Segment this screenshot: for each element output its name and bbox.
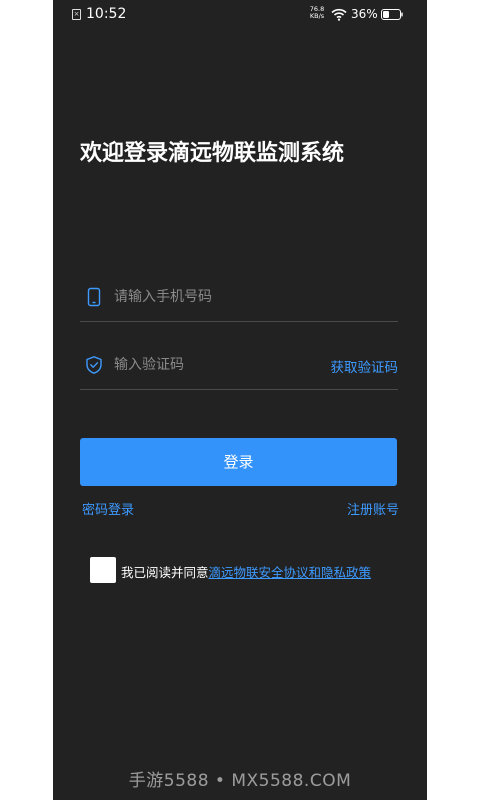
phone-input[interactable] — [114, 284, 314, 310]
register-account-link[interactable]: 注册账号 — [347, 499, 399, 518]
phone-screen: × 10:52 76.8 KB/s 36% 欢迎登录滴远物联监测系统 请输入手机… — [53, 0, 427, 800]
agreement-link[interactable]: 滴远物联安全协议和隐私政策 — [209, 565, 372, 580]
status-bar: × 10:52 76.8 KB/s 36% — [53, 0, 427, 30]
network-speed: 76.8 KB/s — [307, 6, 327, 20]
page-title: 欢迎登录滴远物联监测系统 — [80, 141, 345, 166]
code-field: 获取验证码 — [80, 340, 398, 390]
phone-icon — [87, 287, 101, 307]
password-login-link[interactable]: 密码登录 — [82, 499, 134, 518]
wifi-icon — [331, 8, 347, 21]
agreement-prefix: 我已阅读并同意 — [121, 565, 209, 580]
battery-icon — [381, 9, 403, 20]
agreement-row: 我已阅读并同意滴远物联安全协议和隐私政策 — [90, 557, 410, 583]
status-time: 10:52 — [86, 6, 127, 22]
screen: × 10:52 76.8 KB/s 36% 欢迎登录滴远物联监测系统 请输入手机… — [0, 0, 480, 800]
verification-code-input[interactable] — [114, 352, 314, 378]
sim-icon: × — [72, 9, 81, 20]
network-speed-unit: KB/s — [309, 12, 325, 20]
battery-percentage: 36% — [351, 7, 378, 21]
agreement-text: 我已阅读并同意滴远物联安全协议和隐私政策 — [121, 562, 371, 581]
watermark: 手游5588 • MX5588.COM — [128, 771, 352, 791]
get-verification-code-button[interactable]: 获取验证码 — [331, 356, 399, 376]
phone-field — [80, 272, 398, 322]
agreement-checkbox[interactable] — [90, 557, 116, 583]
shield-icon — [86, 356, 102, 374]
login-button[interactable]: 登录 — [80, 438, 397, 486]
